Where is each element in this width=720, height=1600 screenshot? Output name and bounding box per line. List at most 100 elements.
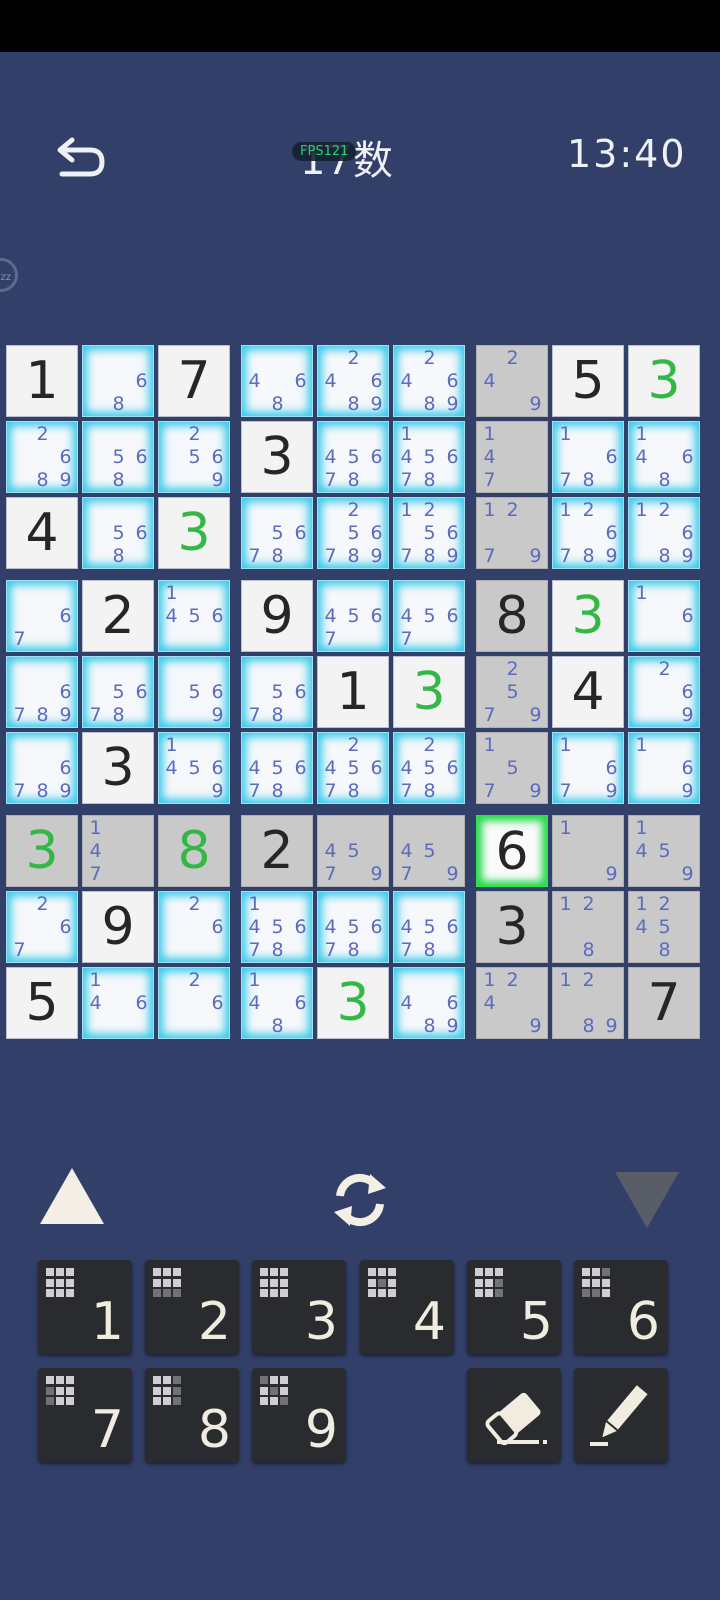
- sudoku-cell[interactable]: 26: [158, 967, 230, 1039]
- candidate-digit: 8: [423, 393, 436, 415]
- sudoku-cell[interactable]: 126 789: [552, 497, 624, 569]
- sudoku-cell[interactable]: 5: [6, 967, 78, 1039]
- sudoku-cell[interactable]: 1456 78: [393, 421, 465, 493]
- sudoku-cell[interactable]: 3: [393, 656, 465, 728]
- sudoku-cell[interactable]: 12689: [628, 497, 700, 569]
- sudoku-cell[interactable]: 14 6: [82, 967, 154, 1039]
- sudoku-cell[interactable]: 56 78: [82, 656, 154, 728]
- sudoku-cell[interactable]: 68: [82, 345, 154, 417]
- number-key-7[interactable]: 7: [38, 1368, 132, 1462]
- sudoku-cell[interactable]: 456 78: [393, 891, 465, 963]
- eraser-button[interactable]: [467, 1368, 561, 1462]
- sudoku-cell[interactable]: 8: [476, 580, 548, 652]
- sudoku-cell[interactable]: 147: [82, 815, 154, 887]
- number-key-1[interactable]: 1: [38, 1260, 132, 1354]
- sudoku-cell[interactable]: 56 78: [241, 656, 313, 728]
- sudoku-cell[interactable]: 7: [158, 345, 230, 417]
- sudoku-cell[interactable]: 12 8: [552, 891, 624, 963]
- sudoku-cell[interactable]: 569: [158, 656, 230, 728]
- sudoku-cell[interactable]: 8: [158, 815, 230, 887]
- sudoku-cell[interactable]: 568: [82, 497, 154, 569]
- number-key-9[interactable]: 9: [252, 1368, 346, 1462]
- sudoku-cell[interactable]: 1256 789: [393, 497, 465, 569]
- sudoku-cell[interactable]: 1: [317, 656, 389, 728]
- sudoku-cell[interactable]: 124 9: [476, 967, 548, 1039]
- sudoku-cell[interactable]: 3: [241, 421, 313, 493]
- sudoku-cell[interactable]: 456 78: [241, 732, 313, 804]
- pencil-button[interactable]: [574, 1368, 668, 1462]
- sudoku-cell[interactable]: 14 68: [241, 967, 313, 1039]
- sudoku-cell[interactable]: 26 7: [6, 891, 78, 963]
- sudoku-cell[interactable]: 456 78: [317, 421, 389, 493]
- sudoku-cell[interactable]: 12 7 9: [476, 497, 548, 569]
- sudoku-cell[interactable]: 457 9: [393, 815, 465, 887]
- sudoku-cell[interactable]: 12458: [628, 891, 700, 963]
- number-key-3[interactable]: 3: [252, 1260, 346, 1354]
- number-key-6[interactable]: 6: [574, 1260, 668, 1354]
- sudoku-cell[interactable]: 1456 78: [241, 891, 313, 963]
- sudoku-cell[interactable]: 457 9: [317, 815, 389, 887]
- triangle-up-icon[interactable]: [40, 1168, 104, 1224]
- sudoku-cell[interactable]: 456 7: [317, 580, 389, 652]
- candidate-digit: 5: [423, 757, 436, 779]
- sudoku-cell[interactable]: 4 689: [393, 967, 465, 1039]
- sudoku-cell[interactable]: 3: [6, 815, 78, 887]
- sudoku-cell[interactable]: 3: [628, 345, 700, 417]
- candidate-digit: 6: [446, 757, 459, 779]
- sudoku-cell[interactable]: 56 78: [241, 497, 313, 569]
- cell-value: 3: [336, 973, 370, 1033]
- sudoku-cell[interactable]: 1456: [158, 580, 230, 652]
- sudoku-cell[interactable]: 3: [82, 732, 154, 804]
- number-key-2[interactable]: 2: [145, 1260, 239, 1354]
- sudoku-cell[interactable]: 2569: [158, 421, 230, 493]
- sudoku-cell[interactable]: 1 69: [628, 732, 700, 804]
- sudoku-cell[interactable]: 456 78: [317, 891, 389, 963]
- sudoku-cell[interactable]: 6 789: [6, 732, 78, 804]
- sudoku-cell[interactable]: 4: [552, 656, 624, 728]
- sudoku-cell[interactable]: 2: [82, 580, 154, 652]
- sudoku-cell[interactable]: 19: [552, 815, 624, 887]
- triangle-down-icon[interactable]: [615, 1172, 679, 1228]
- sudoku-cell[interactable]: 3: [317, 967, 389, 1039]
- number-key-4[interactable]: 4: [360, 1260, 454, 1354]
- sudoku-cell[interactable]: 456 7: [393, 580, 465, 652]
- sudoku-cell[interactable]: 269: [628, 656, 700, 728]
- sudoku-cell[interactable]: 147: [476, 421, 548, 493]
- number-key-5[interactable]: 5: [467, 1260, 561, 1354]
- sudoku-cell[interactable]: 1: [6, 345, 78, 417]
- cell-value: 3: [412, 662, 446, 722]
- sudoku-cell[interactable]: 14569: [158, 732, 230, 804]
- sudoku-cell[interactable]: 3: [552, 580, 624, 652]
- sudoku-cell[interactable]: 6: [476, 815, 548, 887]
- sudoku-cell[interactable]: 12 89: [552, 967, 624, 1039]
- sudoku-cell[interactable]: 3: [158, 497, 230, 569]
- sudoku-cell[interactable]: 67: [6, 580, 78, 652]
- sudoku-cell[interactable]: 26: [158, 891, 230, 963]
- sudoku-cell[interactable]: 24 689: [317, 345, 389, 417]
- sudoku-cell[interactable]: 24 689: [393, 345, 465, 417]
- sudoku-cell[interactable]: 2456 78: [393, 732, 465, 804]
- sudoku-cell[interactable]: 4 68: [241, 345, 313, 417]
- sudoku-cell[interactable]: 5: [552, 345, 624, 417]
- number-key-8[interactable]: 8: [145, 1368, 239, 1462]
- sudoku-cell[interactable]: 1459: [628, 815, 700, 887]
- sudoku-cell[interactable]: 9: [241, 580, 313, 652]
- sudoku-cell[interactable]: 1678: [552, 421, 624, 493]
- sudoku-cell[interactable]: 1579: [476, 732, 548, 804]
- sudoku-cell[interactable]: 2456 78: [317, 732, 389, 804]
- sudoku-cell[interactable]: 2689: [6, 421, 78, 493]
- sudoku-cell[interactable]: 7: [628, 967, 700, 1039]
- sudoku-cell[interactable]: 3: [476, 891, 548, 963]
- sudoku-cell[interactable]: 257 9: [476, 656, 548, 728]
- sudoku-cell[interactable]: 256 789: [317, 497, 389, 569]
- rotate-icon[interactable]: [326, 1166, 394, 1234]
- sudoku-cell[interactable]: 6 789: [6, 656, 78, 728]
- sudoku-cell[interactable]: 2: [241, 815, 313, 887]
- sudoku-cell[interactable]: 9: [82, 891, 154, 963]
- sudoku-cell[interactable]: 24 9: [476, 345, 548, 417]
- sudoku-cell[interactable]: 1679: [552, 732, 624, 804]
- sudoku-cell[interactable]: 16: [628, 580, 700, 652]
- sudoku-cell[interactable]: 568: [82, 421, 154, 493]
- sudoku-cell[interactable]: 14 68: [628, 421, 700, 493]
- sudoku-cell[interactable]: 4: [6, 497, 78, 569]
